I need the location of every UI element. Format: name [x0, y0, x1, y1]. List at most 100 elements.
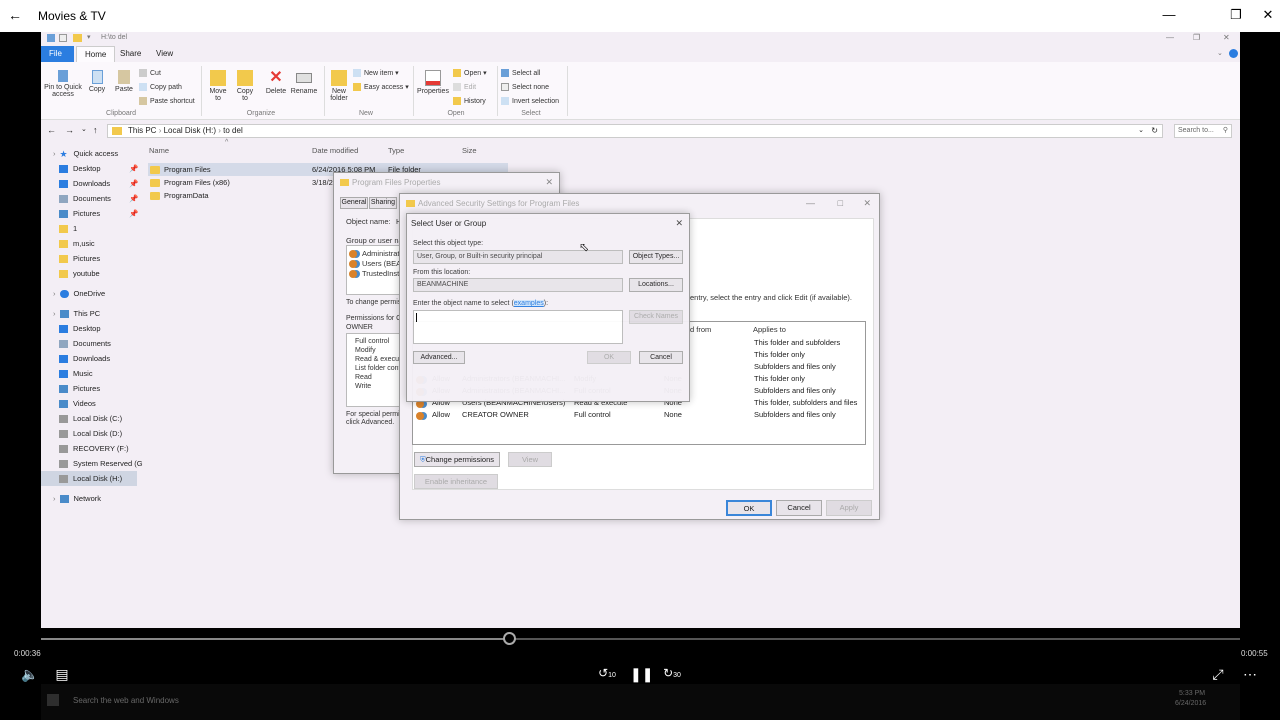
copy-button[interactable]: Copy: [86, 70, 108, 93]
folder-small-icon[interactable]: [73, 34, 82, 42]
paste-button[interactable]: Paste: [112, 70, 136, 93]
nav-item-pc-music[interactable]: Music: [59, 366, 93, 381]
select-none-button[interactable]: Select none: [501, 83, 549, 91]
tab-sharing[interactable]: Sharing: [369, 197, 397, 209]
more-options-icon[interactable]: ⋯: [1240, 666, 1260, 683]
nav-up-icon[interactable]: ↑: [93, 125, 98, 135]
nav-item-pictures-folder[interactable]: Pictures: [59, 251, 100, 266]
column-type[interactable]: Type: [388, 146, 404, 155]
video-frame[interactable]: ▾ H:\to del — ❐ ✕ File Home Share View ⌄…: [41, 32, 1240, 628]
refresh-icon[interactable]: ↻: [1151, 125, 1158, 137]
nav-item-music-folder[interactable]: m,usic: [59, 236, 95, 251]
address-bar[interactable]: This PC › Local Disk (H:) › to del ⌄ ↻: [107, 124, 1163, 138]
nav-item-pc-pictures[interactable]: Pictures: [59, 381, 100, 396]
easy-access-button[interactable]: Easy access ▾: [353, 83, 409, 92]
expand-icon[interactable]: ›: [53, 289, 56, 298]
restore-icon[interactable]: ❐: [1229, 8, 1243, 22]
nav-item-disk-c[interactable]: Local Disk (C:): [59, 411, 122, 426]
advanced-close-icon[interactable]: ✕: [863, 198, 871, 209]
view-button[interactable]: View: [508, 452, 552, 467]
save-icon[interactable]: [47, 34, 55, 42]
nav-item-pc-documents[interactable]: Documents: [59, 336, 111, 351]
expand-icon[interactable]: ›: [53, 309, 56, 318]
skip-forward-button[interactable]: ↻30: [662, 666, 682, 680]
tab-view[interactable]: View: [148, 46, 181, 62]
object-name-input[interactable]: [413, 310, 623, 344]
nav-item-disk-d[interactable]: Local Disk (D:): [59, 426, 122, 441]
select-cancel-button[interactable]: Cancel: [639, 351, 683, 364]
breadcrumb-local-disk[interactable]: Local Disk (H:): [164, 126, 216, 135]
minimize-icon[interactable]: —: [1162, 8, 1176, 22]
locations-button[interactable]: Locations...: [629, 278, 683, 292]
cancel-button[interactable]: Cancel: [776, 500, 822, 516]
tab-share[interactable]: Share: [112, 46, 149, 62]
new-folder-button[interactable]: New folder: [326, 70, 352, 102]
explorer-minimize-icon[interactable]: —: [1166, 33, 1174, 42]
copy-path-button[interactable]: Copy path: [139, 83, 182, 91]
fullscreen-icon[interactable]: ⤢: [1208, 666, 1228, 683]
advanced-minimize-icon[interactable]: —: [806, 198, 815, 208]
breadcrumb-this-pc[interactable]: This PC: [128, 126, 156, 135]
volume-icon[interactable]: 🔈: [20, 666, 40, 683]
nav-forward-icon[interactable]: →: [65, 125, 74, 135]
column-name[interactable]: Name: [149, 146, 169, 155]
list-item[interactable]: Administrator: [349, 249, 406, 259]
users-list[interactable]: Administrator Users (BEAN TrustedInstal: [346, 245, 407, 295]
address-dropdown-icon[interactable]: ⌄: [1138, 125, 1144, 137]
enable-inheritance-button[interactable]: Enable inheritance: [414, 474, 498, 489]
properties-small-icon[interactable]: [59, 34, 67, 42]
seek-thumb[interactable]: [502, 632, 516, 645]
ok-button[interactable]: OK: [726, 500, 772, 516]
move-to-button[interactable]: Move to: [206, 70, 230, 102]
rename-button[interactable]: Rename: [290, 70, 318, 95]
delete-button[interactable]: ✕ Delete: [263, 70, 289, 96]
tab-general[interactable]: General: [340, 197, 368, 209]
cut-button[interactable]: Cut: [139, 69, 161, 77]
nav-back-icon[interactable]: ←: [47, 125, 56, 135]
select-ok-button[interactable]: OK: [587, 351, 631, 364]
pause-button[interactable]: ❚❚: [630, 666, 653, 683]
object-types-button[interactable]: Object Types...: [629, 250, 683, 264]
nav-item-onedrive[interactable]: › OneDrive: [53, 286, 105, 301]
nav-item-disk-h[interactable]: Local Disk (H:): [41, 471, 137, 486]
invert-selection-button[interactable]: Invert selection: [501, 97, 559, 105]
nav-item-pc-downloads[interactable]: Downloads: [59, 351, 110, 366]
list-item[interactable]: Users (BEAN: [349, 259, 407, 269]
new-item-button[interactable]: New item ▾: [353, 69, 399, 78]
expand-icon[interactable]: ›: [53, 494, 56, 503]
list-item[interactable]: TrustedInstal: [349, 269, 405, 279]
explorer-close-icon[interactable]: ✕: [1223, 33, 1230, 42]
copy-to-button[interactable]: Copy to: [233, 70, 257, 102]
nav-item-this-pc[interactable]: › This PC: [53, 306, 100, 321]
close-icon[interactable]: ✕: [1261, 8, 1275, 22]
check-names-button[interactable]: Check Names: [629, 310, 683, 324]
nav-item-pc-desktop[interactable]: Desktop: [59, 321, 101, 336]
tab-home[interactable]: Home: [76, 46, 116, 62]
breadcrumb-to-del[interactable]: to del: [223, 126, 243, 135]
nav-item-network[interactable]: › Network: [53, 491, 101, 506]
open-button[interactable]: Open ▾: [453, 69, 487, 78]
change-permissions-button[interactable]: ⛨Change permissions: [414, 452, 500, 467]
nav-item-system-reserved-g[interactable]: System Reserved (G: [59, 456, 143, 471]
nav-item-documents[interactable]: Documents 📌: [59, 191, 138, 206]
nav-item-quick-access[interactable]: › ★ Quick access: [53, 146, 118, 161]
nav-item-downloads[interactable]: Downloads 📌: [59, 176, 138, 191]
advanced-button[interactable]: Advanced...: [413, 351, 465, 364]
nav-item-pictures[interactable]: Pictures 📌: [59, 206, 138, 221]
ribbon-expand-icon[interactable]: ⌄: [1217, 49, 1223, 57]
properties-close-icon[interactable]: ✕: [545, 177, 553, 188]
tab-file[interactable]: File: [41, 46, 74, 62]
column-date-modified[interactable]: Date modified: [312, 146, 358, 155]
nav-item-desktop[interactable]: Desktop 📌: [59, 161, 138, 176]
expand-icon[interactable]: ›: [53, 149, 56, 158]
nav-item-folder-1[interactable]: 1: [59, 221, 77, 236]
examples-link[interactable]: examples: [513, 300, 544, 307]
captions-icon[interactable]: ▤: [52, 666, 72, 683]
advanced-maximize-icon[interactable]: □: [838, 198, 843, 208]
back-arrow-icon[interactable]: ←: [8, 8, 22, 22]
help-icon[interactable]: [1229, 49, 1238, 58]
nav-item-youtube[interactable]: youtube: [59, 266, 100, 281]
column-size[interactable]: Size: [462, 146, 477, 155]
permission-entry-row[interactable]: Allow CREATOR OWNER Full control None Subfol…: [414, 410, 864, 422]
pin-quick-access-button[interactable]: Pin to Quick access: [43, 70, 83, 98]
